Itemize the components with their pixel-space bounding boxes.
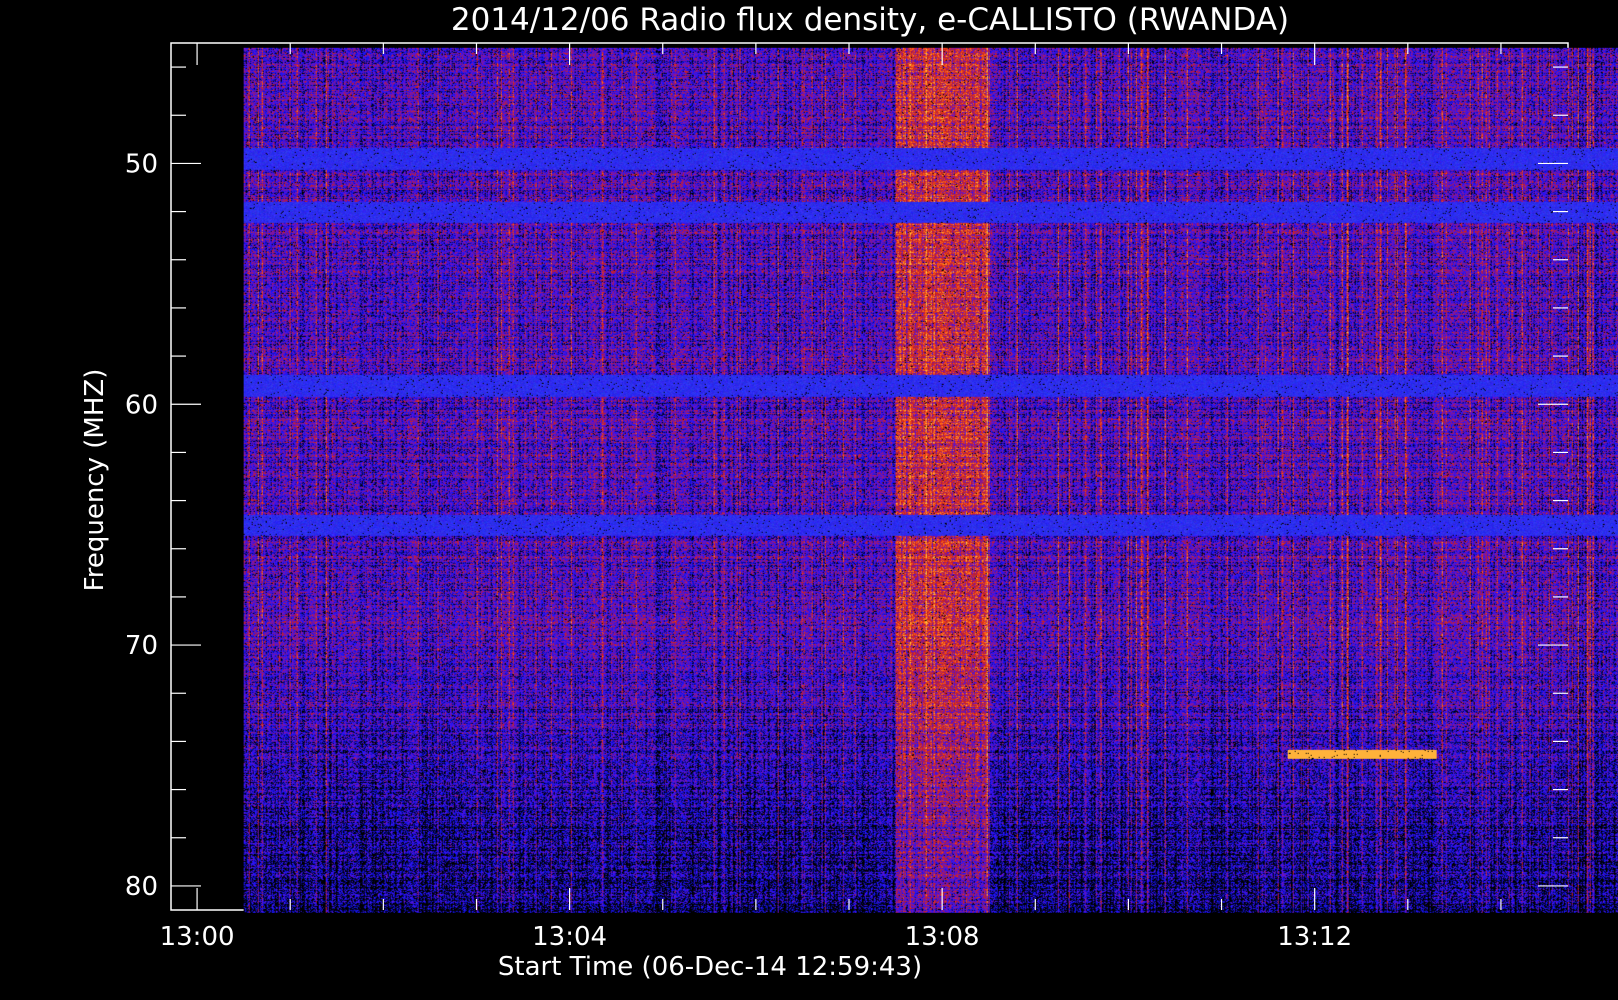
x-tick-label: 13:12 [1277, 922, 1352, 952]
x-tick-label: 13:08 [905, 922, 980, 952]
y-tick-label: 70 [125, 631, 158, 661]
y-tick-label: 60 [125, 390, 158, 420]
y-tick-label: 80 [125, 872, 158, 902]
plot-area [170, 42, 1618, 913]
y-tick-label: 50 [125, 149, 158, 179]
spectrogram-image [243, 47, 1618, 913]
chart-title: 2014/12/06 Radio flux density, e-CALLIST… [451, 2, 1289, 38]
x-tick-label: 13:00 [160, 922, 235, 952]
x-tick-label: 13:04 [532, 922, 607, 952]
x-axis-label: Start Time (06-Dec-14 12:59:43) [498, 952, 922, 982]
y-axis-label: Frequency (MHZ) [80, 369, 110, 592]
spectrogram-chart: 2014/12/06 Radio flux density, e-CALLIST… [80, 2, 1618, 982]
